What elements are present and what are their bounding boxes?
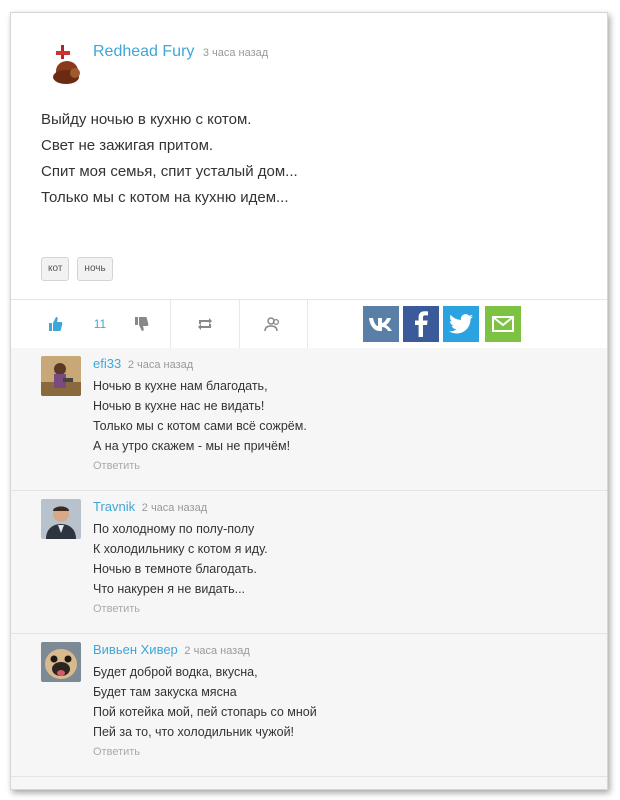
- comment-line: Ночью в кухне нам благодать,: [93, 379, 268, 393]
- vk-share-button[interactable]: [363, 306, 399, 342]
- tag-list: кот ночь: [41, 257, 113, 281]
- comment-text: Ночью в кухне нам благодать, Ночью в кух…: [93, 376, 307, 456]
- post-actions-bar: 11: [11, 299, 607, 349]
- comment-author[interactable]: efi33: [93, 356, 121, 371]
- comment-time: 2 часа назад: [184, 645, 250, 657]
- comment-line: Ночью в кухне нас не видать!: [93, 399, 265, 413]
- comment-avatar[interactable]: [41, 499, 81, 539]
- comment-header: efi33 2 часа назад: [93, 356, 193, 371]
- facebook-share-button[interactable]: [403, 306, 439, 342]
- comment-header: Вивьен Хивер 2 часа назад: [93, 642, 250, 657]
- thumbs-up-icon: [49, 317, 63, 331]
- post-time: 3 часа назад: [202, 47, 269, 59]
- post-card: Redhead Fury 3 часа назад Выйду ночью в …: [10, 12, 608, 790]
- comment-line: Только мы с котом сами всё сожрём.: [93, 419, 307, 433]
- comment-line: К холодильнику с котом я иду.: [93, 542, 268, 556]
- comment-author[interactable]: Вивьен Хивер: [93, 642, 178, 657]
- tag-kot[interactable]: кот: [41, 257, 70, 281]
- twitter-icon: [449, 314, 473, 334]
- comment: efi33 2 часа назад Ночью в кухне нам бла…: [11, 348, 607, 491]
- tag-noch[interactable]: ночь: [77, 257, 113, 281]
- like-button[interactable]: [43, 300, 67, 348]
- comment-line: А на утро скажем - мы не причём!: [93, 439, 291, 453]
- comment-line: Будет доброй водка, вкусна,: [93, 665, 258, 679]
- repost-button[interactable]: [193, 300, 217, 348]
- post-author-name[interactable]: Redhead Fury: [93, 43, 194, 60]
- comment-line: Что накурен я не видать...: [93, 582, 246, 596]
- comment: Вивьен Хивер 2 часа назад Будет доброй в…: [11, 634, 607, 777]
- comment-line: По холодному по полу-полу: [93, 522, 255, 536]
- twitter-share-button[interactable]: [443, 306, 479, 342]
- divider: [170, 300, 171, 348]
- comment-line: Пей за то, что холодильник чужой!: [93, 725, 295, 739]
- post-line: Свет не зажигая притом.: [41, 137, 214, 154]
- post-line: Спит моя семья, спит усталый дом...: [41, 163, 298, 180]
- post-line: Выйду ночью в кухню с котом.: [41, 111, 252, 128]
- post-text: Выйду ночью в кухню с котом. Свет не заж…: [41, 107, 298, 211]
- divider: [239, 300, 240, 348]
- post-line: Только мы с котом на кухню идем...: [41, 189, 289, 206]
- email-icon: [492, 316, 514, 332]
- comment-avatar[interactable]: [41, 356, 81, 396]
- comments-section: efi33 2 часа назад Ночью в кухне нам бла…: [11, 348, 607, 789]
- thumbs-down-icon: [135, 317, 149, 331]
- reply-link[interactable]: Ответить: [93, 746, 140, 758]
- comment-time: 2 часа назад: [141, 502, 208, 514]
- divider: [307, 300, 308, 348]
- post-author-line: Redhead Fury 3 часа назад: [93, 43, 268, 61]
- author-avatar[interactable]: [47, 43, 85, 87]
- post: Redhead Fury 3 часа назад Выйду ночью в …: [11, 13, 607, 303]
- comment-time: 2 часа назад: [127, 359, 194, 371]
- reply-link[interactable]: Ответить: [93, 460, 140, 472]
- comment-line: Пой котейка мой, пей стопарь со мной: [93, 705, 317, 719]
- comment-text: Будет доброй водка, вкусна, Будет там за…: [93, 662, 317, 742]
- comment-line: Будет там закуска мясна: [93, 685, 237, 699]
- repost-icon: [198, 318, 212, 330]
- like-count: 11: [93, 317, 107, 331]
- comment-text: По холодному по полу-полу К холодильнику…: [93, 519, 268, 599]
- facebook-icon: [415, 311, 428, 337]
- comment-avatar[interactable]: [41, 642, 81, 682]
- reply-link[interactable]: Ответить: [93, 603, 140, 615]
- vk-icon: [369, 318, 392, 331]
- comment-author[interactable]: Travnik: [93, 499, 135, 514]
- share-users-button[interactable]: [261, 300, 285, 348]
- dislike-button[interactable]: [129, 300, 153, 348]
- comment-line: Ночью в темноте благодать.: [93, 562, 257, 576]
- email-share-button[interactable]: [485, 306, 521, 342]
- users-icon: [264, 317, 280, 332]
- comment: Travnik 2 часа назад По холодному по пол…: [11, 491, 607, 634]
- comment-header: Travnik 2 часа назад: [93, 499, 207, 514]
